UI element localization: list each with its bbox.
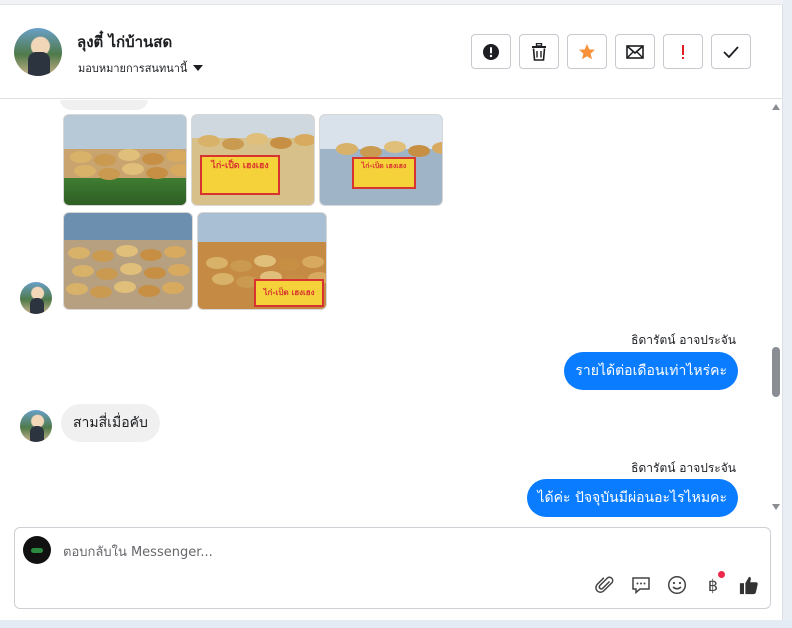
star-icon [579, 43, 595, 59]
composer-tools: ฿ [595, 571, 759, 596]
sender-name: ธิดารัตน์ อาจประจัน [631, 333, 736, 347]
contact-name[interactable]: ลุงตี๋ ไก่บ้านสด [77, 30, 172, 54]
header-actions [471, 34, 751, 69]
follow-up-button[interactable] [663, 34, 703, 69]
message-image[interactable]: ไก่-เป็ด เฮงเฮง [319, 114, 443, 206]
payment-button[interactable]: ฿ [703, 571, 725, 596]
page-avatar [23, 536, 51, 564]
attach-file-button[interactable] [595, 574, 615, 596]
delete-button[interactable] [519, 34, 559, 69]
contact-avatar[interactable] [14, 28, 62, 76]
reply-input[interactable] [63, 542, 703, 562]
message-image[interactable]: ไก่-เป็ด เฮงเฮง [197, 212, 327, 310]
message-image[interactable] [63, 212, 193, 310]
reply-composer: ฿ [14, 527, 771, 609]
scrollbar-thumb[interactable] [772, 347, 780, 397]
scroll-up-arrow-icon[interactable] [772, 104, 780, 110]
message-list-scrollbar[interactable] [770, 100, 783, 518]
emoji-button[interactable] [667, 574, 687, 596]
star-button[interactable] [567, 34, 607, 69]
top-border [0, 0, 783, 5]
exclamation-icon [682, 44, 684, 59]
notification-dot [718, 571, 725, 578]
envelope-icon [626, 44, 644, 59]
trash-icon [532, 42, 546, 61]
assign-conversation-dropdown[interactable]: มอบหมายการสนทนานี้ [78, 59, 204, 77]
outgoing-message-bubble[interactable]: ได้ค่ะ ปัจจุบันมีผ่อนอะไรไหมคะ [526, 479, 738, 517]
assign-label: มอบหมายการสนทนานี้ [78, 62, 188, 75]
sender-name: ธิดารัตน์ อาจประจัน [631, 461, 736, 475]
alert-circle-icon [483, 43, 499, 60]
report-spam-button[interactable] [471, 34, 511, 69]
outgoing-message-bubble[interactable]: รายได้ต่อเดือนเท่าไหร่คะ [564, 352, 738, 390]
check-icon [723, 45, 739, 58]
message-image[interactable]: ไก่-เป็ด เฮงเฮง [191, 114, 315, 206]
sign-image-text: ไก่-เป็ด เฮงเฮง [352, 157, 416, 189]
caret-down-icon [193, 65, 204, 71]
previous-message-bubble [60, 100, 148, 110]
thumbs-up-icon [739, 576, 758, 595]
contact-avatar-small[interactable] [20, 410, 52, 442]
baht-payment-icon: ฿ [707, 575, 719, 595]
thumbs-up-button[interactable] [739, 574, 759, 596]
saved-replies-button[interactable] [631, 574, 651, 596]
saved-reply-icon [632, 577, 650, 595]
conversation-panel: ลุงตี๋ ไก่บ้านสด มอบหมายการสนทนานี้ ไก่-… [0, 0, 783, 620]
sign-image-text: ไก่-เป็ด เฮงเฮง [200, 155, 280, 195]
mark-done-button[interactable] [711, 34, 751, 69]
incoming-message-bubble[interactable]: สามสี่เมื่อคับ [61, 404, 160, 442]
contact-avatar-small[interactable] [20, 282, 52, 314]
message-image[interactable] [63, 114, 187, 206]
message-list[interactable]: ไก่-เป็ด เฮงเฮง ไก่-เป็ด เฮงเฮง ไก่-เป็ด… [0, 100, 770, 518]
paperclip-icon [595, 576, 614, 593]
sign-image-text: ไก่-เป็ด เฮงเฮง [254, 279, 324, 307]
scroll-down-arrow-icon[interactable] [772, 504, 780, 510]
mark-unread-button[interactable] [615, 34, 655, 69]
page-logo-icon [31, 547, 43, 553]
emoji-icon [667, 575, 687, 595]
window-bottom-edge [0, 620, 792, 628]
conversation-header: ลุงตี๋ ไก่บ้านสด มอบหมายการสนทนานี้ [0, 6, 783, 99]
